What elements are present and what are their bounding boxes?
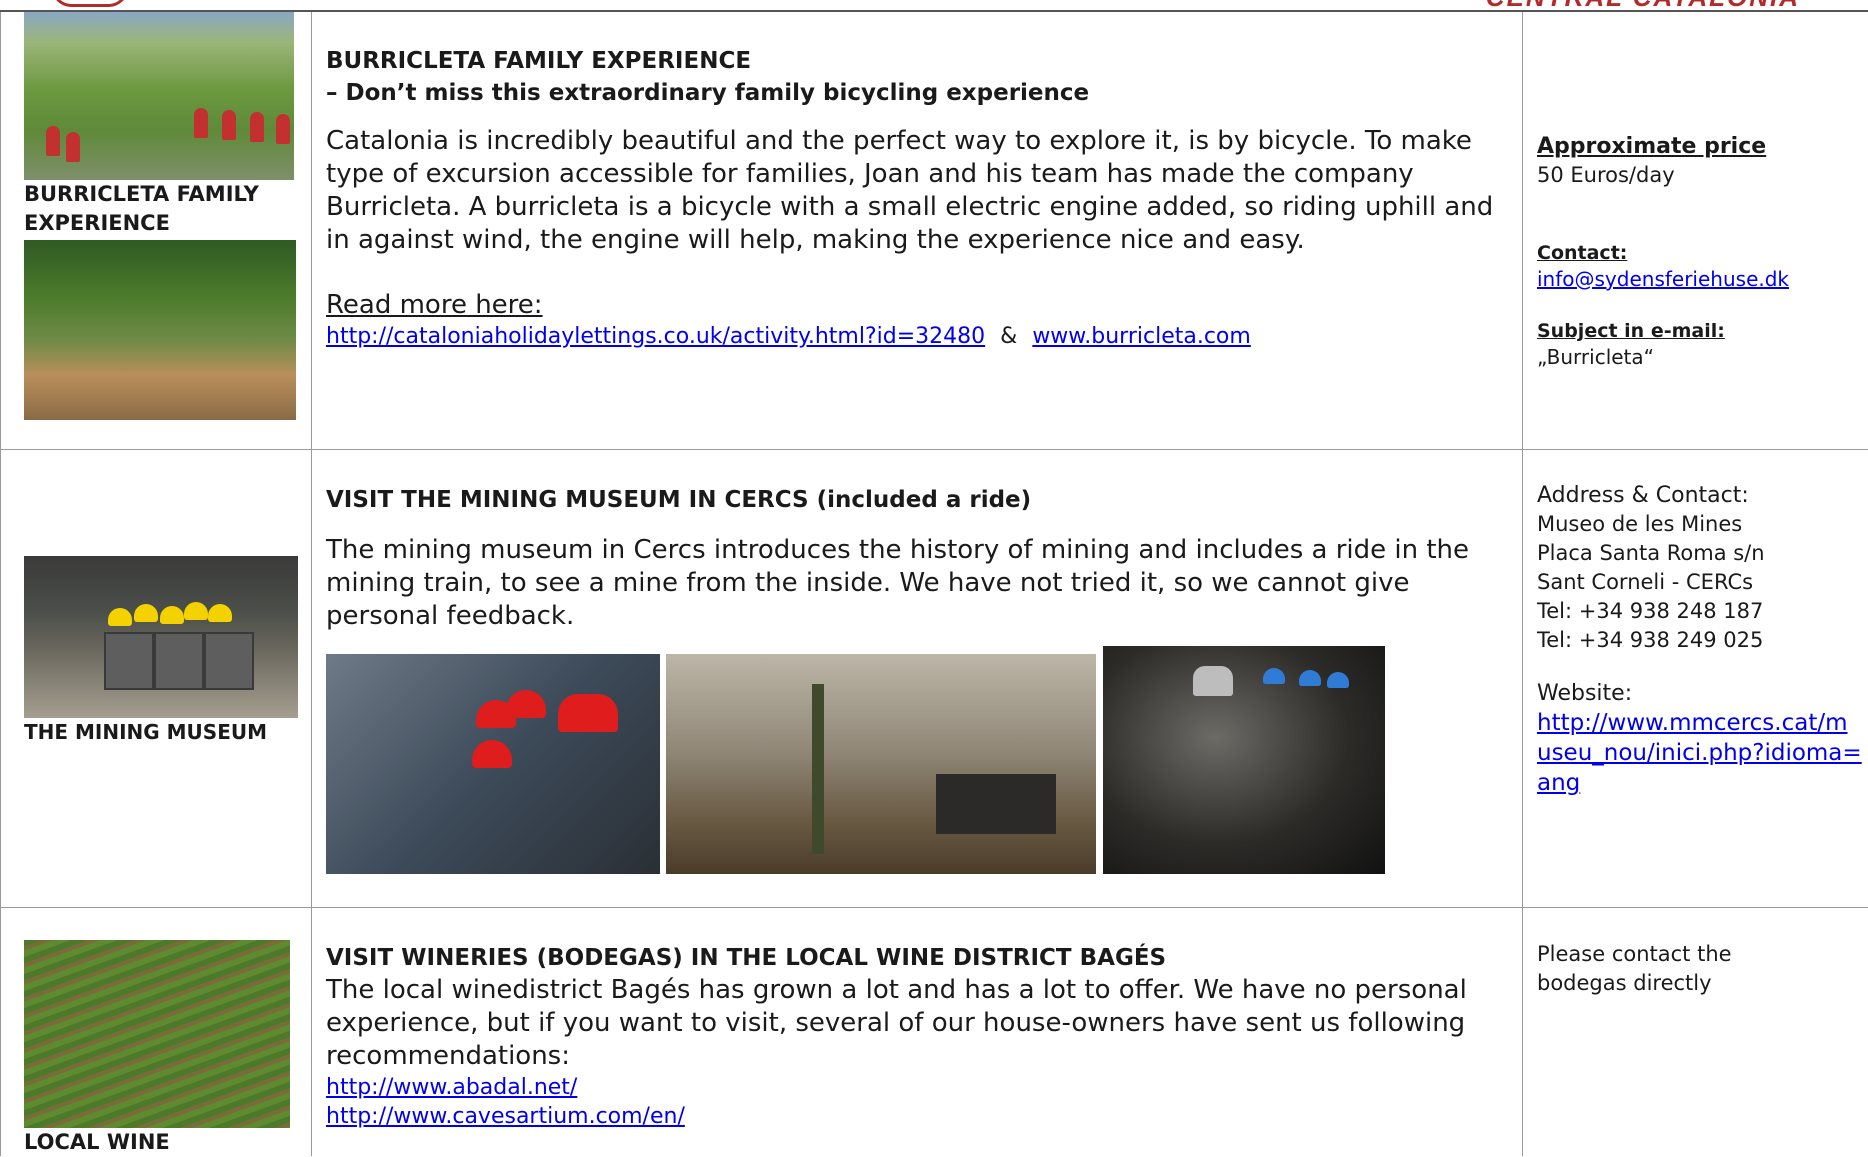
phone-line: Tel: +34 938 249 025 (1537, 628, 1764, 652)
read-more-label: Read more here: (326, 290, 543, 320)
row-caption: THE MINING MUSEUM (24, 720, 267, 744)
winery-link-abadal[interactable]: http://www.abadal.net/ (326, 1073, 1511, 1102)
row-divider (0, 449, 1868, 450)
price-value: 50 Euros/day (1537, 163, 1675, 187)
address-line: Museo de les Mines (1537, 512, 1743, 536)
activity-title: VISIT THE MINING MUSEUM IN CERCS (includ… (326, 487, 1032, 513)
address-line: Placa Santa Roma s/n (1537, 541, 1765, 565)
burricleta-river-photo (24, 240, 296, 420)
row-divider (0, 907, 1868, 908)
activity-title: VISIT WINERIES (BODEGAS) IN THE LOCAL WI… (326, 945, 1167, 971)
activity-link[interactable]: http://cataloniaholidaylettings.co.uk/ac… (326, 324, 985, 349)
address-label: Address & Contact: (1537, 483, 1749, 508)
activity-title: BURRICLETA FAMILY EXPERIENCE (326, 48, 752, 74)
website-label: Website: (1537, 681, 1633, 706)
row-caption: LOCAL WINE (24, 1130, 170, 1154)
subject-label: Subject in e-mail: (1537, 320, 1725, 342)
price-label: Approximate price (1537, 134, 1767, 159)
contact-note: Please contact the bodegas directly (1537, 942, 1732, 995)
logo (52, 0, 128, 7)
mining-train-photo (24, 556, 298, 718)
row-caption: BURRICLETA FAMILY EXPERIENCE (24, 182, 259, 235)
vineyard-photo (24, 940, 290, 1128)
museum-photo-children (326, 654, 660, 874)
activity-description: The mining museum in Cercs introduces th… (326, 535, 1470, 631)
burricleta-cows-photo (24, 12, 294, 180)
column-divider (311, 12, 312, 1156)
phone-line: Tel: +34 938 248 187 (1537, 599, 1764, 623)
winery-link-cavesartium[interactable]: http://www.cavesartium.com/en/ (326, 1102, 1511, 1131)
column-divider (1522, 12, 1523, 1156)
activity-description: Catalonia is incredibly beautiful and th… (326, 126, 1494, 255)
museum-photo-train-ride (1103, 646, 1385, 874)
ampersand: & (1000, 324, 1018, 349)
contact-email-link[interactable]: info@sydensferiehuse.dk (1537, 267, 1789, 291)
address-line: Sant Corneli - CERCs (1537, 570, 1754, 594)
table-border-left (0, 12, 1, 1156)
contact-label: Contact: (1537, 242, 1628, 264)
website-link[interactable]: http://www.mmcercs.cat/m useu_nou/inici.… (1537, 708, 1862, 798)
activity-subtitle: – Don’t miss this extraordinary family b… (326, 80, 1090, 106)
subject-value: „Burricleta“ (1537, 345, 1655, 369)
burricleta-link[interactable]: www.burricleta.com (1032, 324, 1251, 349)
museum-photo-exhibit (666, 654, 1096, 874)
activity-description: The local winedistrict Bagés has grown a… (326, 975, 1467, 1071)
